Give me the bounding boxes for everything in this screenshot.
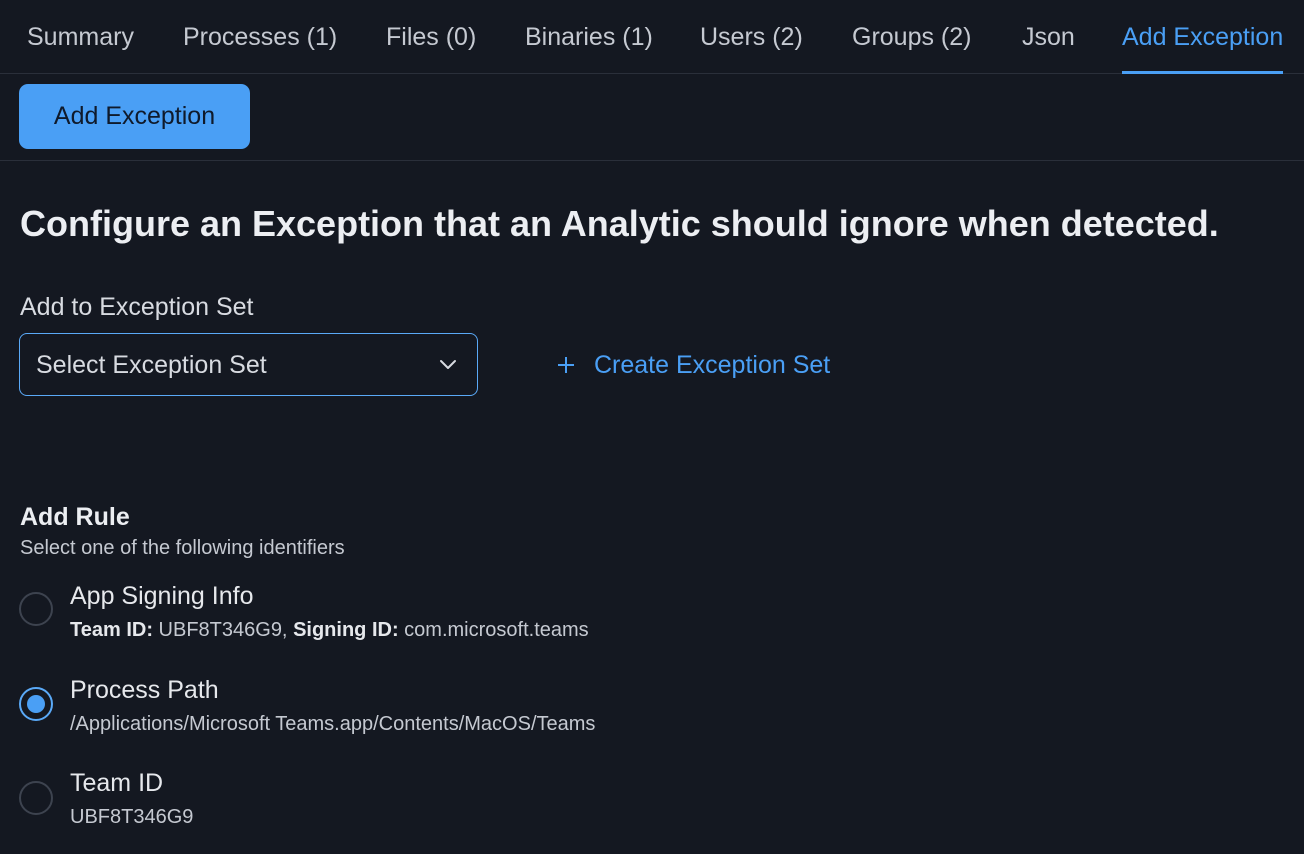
plus-icon [558,357,574,373]
tab-binaries[interactable]: Binaries (1) [525,0,653,73]
signing-id-key: Signing ID: [293,619,399,641]
rule-option-label: Team ID [70,769,164,797]
rule-option-label: App Signing Info [70,582,254,610]
create-exception-set-link[interactable]: Create Exception Set [556,348,830,382]
chevron-down-icon [440,360,456,369]
rule-option-app-signing-info[interactable]: App Signing Info Team ID: UBF8T346G9, Si… [19,582,819,652]
radio-app-signing-info[interactable] [19,592,53,626]
team-id-value: UBF8T346G9, [158,619,288,641]
create-exception-set-label: Create Exception Set [594,350,831,379]
tab-users[interactable]: Users (2) [700,0,803,73]
radio-selected-dot [27,695,45,713]
add-exception-button[interactable]: Add Exception [19,84,250,149]
radio-process-path[interactable] [19,687,53,721]
rule-option-detail: Team ID: UBF8T346G9, Signing ID: com.mic… [70,619,589,642]
exception-set-label: Add to Exception Set [20,293,254,321]
rule-option-detail: /Applications/Microsoft Teams.app/Conten… [70,713,596,735]
tab-summary[interactable]: Summary [27,0,134,73]
add-rule-title: Add Rule [20,503,130,531]
rule-option-process-path[interactable]: Process Path /Applications/Microsoft Tea… [19,676,819,746]
radio-team-id[interactable] [19,781,53,815]
page-title: Configure an Exception that an Analytic … [20,203,1219,244]
tab-processes[interactable]: Processes (1) [183,0,337,73]
tab-groups[interactable]: Groups (2) [852,0,971,73]
rule-option-detail: UBF8T346G9 [70,806,194,828]
exception-set-select-value: Select Exception Set [36,351,267,379]
tab-add-exception[interactable]: Add Exception [1122,0,1284,74]
signing-id-value: com.microsoft.teams [404,619,589,641]
tab-json[interactable]: Json [1022,0,1075,73]
team-id-key: Team ID: [70,619,153,641]
rule-option-team-id[interactable]: Team ID UBF8T346G9 [19,769,819,839]
exception-set-select[interactable]: Select Exception Set [19,333,478,396]
toolbar: Add Exception [0,74,1304,161]
tab-files[interactable]: Files (0) [386,0,476,73]
rule-option-label: Process Path [70,676,219,704]
tab-bar: Summary Processes (1) Files (0) Binaries… [0,0,1304,74]
add-rule-subtitle: Select one of the following identifiers [20,537,345,559]
